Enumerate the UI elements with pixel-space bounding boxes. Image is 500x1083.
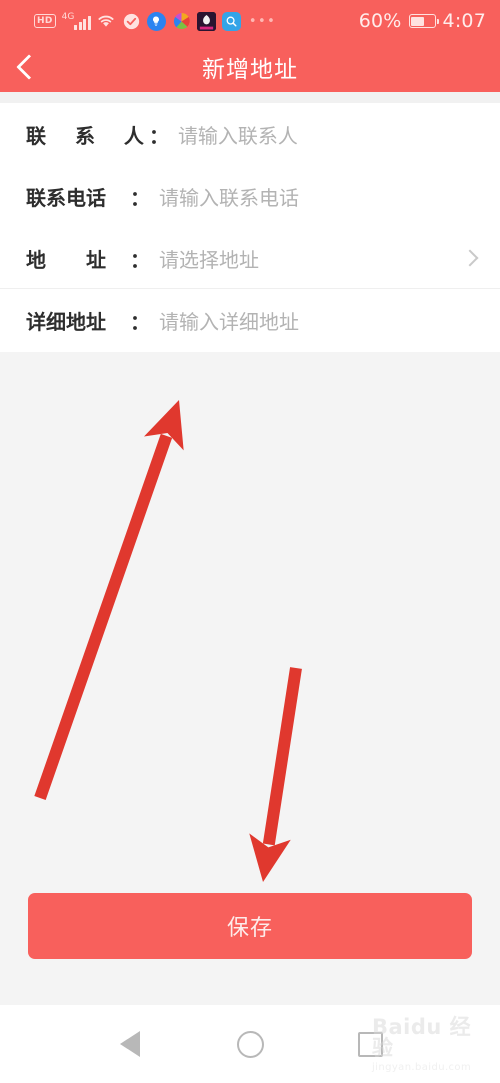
status-bar-left: HD 4G •••	[34, 11, 359, 31]
field-colon-contact-phone: ：	[130, 185, 150, 210]
field-row-contact-phone[interactable]: 联系电话 ： 请输入联系电话	[0, 165, 500, 227]
nav-back-button[interactable]	[104, 1018, 156, 1070]
app-header: 新增地址	[0, 42, 500, 92]
status-overflow-dots: •••	[248, 13, 277, 29]
status-bar: HD 4G ••• 60% 4:07	[0, 0, 500, 42]
field-label-address: 地 址	[26, 247, 106, 272]
android-nav-bar	[0, 1005, 500, 1083]
nav-back-triangle-icon	[120, 1031, 140, 1057]
dark-app-icon	[196, 11, 216, 31]
wifi-icon	[97, 12, 116, 31]
contact-name-input[interactable]: 请输入联系人	[178, 120, 476, 149]
field-label-contact-phone: 联系电话	[26, 185, 106, 210]
header-back-button[interactable]	[0, 42, 58, 92]
phone-screen: HD 4G ••• 60% 4:07 新增地址 联 系 人 ： 请输入联系人 联…	[0, 0, 500, 1083]
header-gap-strip	[0, 92, 500, 103]
signal-bars-icon: 4G	[61, 11, 91, 30]
field-colon-address: ：	[130, 247, 150, 272]
search-app-icon	[221, 11, 241, 31]
detail-address-input[interactable]: 请输入详细地址	[159, 306, 476, 335]
status-bar-right: 60% 4:07	[359, 10, 486, 32]
field-colon-contact-name: ：	[148, 123, 169, 148]
clock-label: 4:07	[442, 10, 486, 32]
field-row-contact-name[interactable]: 联 系 人 ： 请输入联系人	[0, 103, 500, 165]
network-type-label: 4G	[61, 11, 75, 22]
nav-home-button[interactable]	[224, 1018, 276, 1070]
nav-recents-button[interactable]	[344, 1018, 396, 1070]
contact-phone-input[interactable]: 请输入联系电话	[159, 182, 476, 211]
field-label-detail-address: 详细地址	[26, 309, 106, 334]
chevron-right-icon[interactable]	[461, 249, 479, 267]
field-row-detail-address[interactable]: 详细地址 ： 请输入详细地址	[0, 289, 500, 351]
field-colon-detail-address: ：	[130, 309, 150, 334]
lightbulb-app-icon	[146, 11, 166, 31]
field-label-contact-name: 联 系 人	[26, 123, 155, 148]
battery-percent-label: 60%	[358, 10, 402, 32]
address-form-card: 联 系 人 ： 请输入联系人 联系电话 ： 请输入联系电话 地 址 ： 请选择地…	[0, 103, 500, 352]
chevron-left-icon	[16, 54, 42, 80]
address-select-value[interactable]: 请选择地址	[159, 244, 456, 273]
check-circle-icon	[122, 12, 141, 31]
save-button[interactable]: 保存	[28, 893, 472, 959]
nav-recents-square-icon	[357, 1031, 383, 1057]
page-title: 新增地址	[202, 57, 298, 83]
pinwheel-app-icon	[172, 12, 191, 31]
battery-fill	[411, 16, 425, 26]
field-row-address[interactable]: 地 址 ： 请选择地址	[0, 227, 500, 289]
signal-bars-glyph	[74, 15, 91, 30]
nav-home-circle-icon	[236, 1030, 264, 1058]
hd-icon: HD	[34, 13, 56, 29]
battery-icon	[408, 14, 439, 28]
